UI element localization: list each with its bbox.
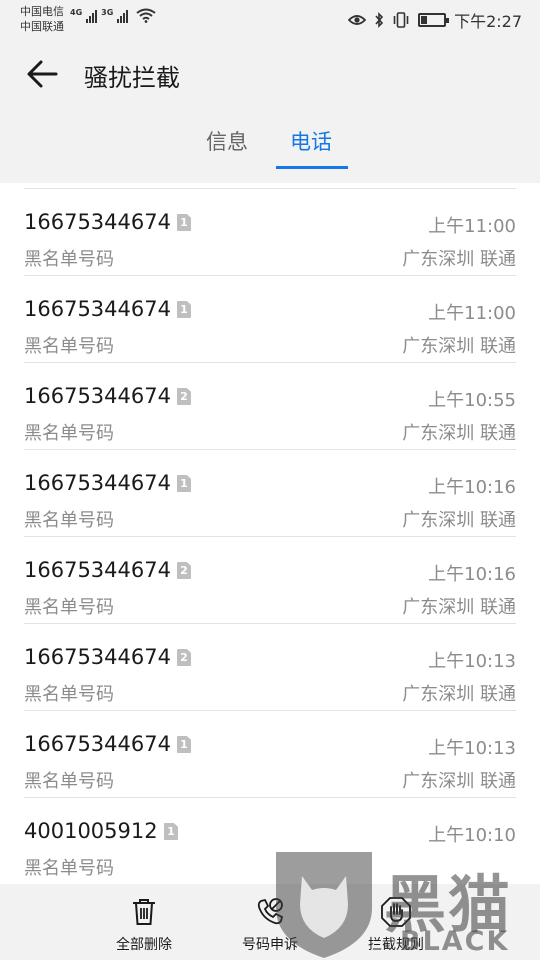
bottom-action-bar: 全部删除 号码申诉 拦截规则	[0, 884, 540, 960]
tab-calls[interactable]: 电话	[290, 126, 332, 170]
call-type: 黑名单号码	[24, 858, 114, 879]
carrier-2: 中国联通	[20, 20, 64, 33]
sim-card-icon: 1	[164, 823, 178, 840]
vibrate-icon	[393, 12, 409, 28]
carrier-1: 中国电信	[20, 5, 64, 18]
sim-card-icon: 2	[177, 388, 191, 405]
back-arrow-icon[interactable]	[22, 54, 62, 94]
bluetooth-icon	[375, 12, 384, 28]
signal-strength-2-icon	[117, 9, 129, 23]
network-indicators: 4G 3G	[70, 8, 156, 23]
app-header: 骚扰拦截 信息 电话	[0, 38, 540, 183]
call-time: 上午10:55	[428, 390, 516, 411]
wifi-icon	[136, 8, 156, 23]
carrier-names: 中国电信 中国联通	[20, 4, 64, 34]
status-time: 下午2:27	[454, 12, 522, 31]
call-time: 上午10:13	[428, 738, 516, 759]
call-time: 上午10:16	[428, 564, 516, 585]
phone-appeal-icon	[257, 898, 284, 925]
call-type: 黑名单号码	[24, 423, 114, 444]
call-number: 4001005912	[24, 819, 158, 843]
call-type: 黑名单号码	[24, 249, 114, 270]
call-location: 广东深圳 联通	[402, 249, 516, 270]
call-type: 黑名单号码	[24, 336, 114, 357]
call-number: 16675344674	[24, 384, 171, 408]
call-time: 上午10:16	[428, 477, 516, 498]
number-appeal-label: 号码申诉	[242, 937, 298, 953]
call-time: 上午11:00	[428, 216, 516, 237]
call-list-item[interactable]: 16675344674 1 黑名单号码 上午11:00 广东深圳 联通	[0, 276, 540, 363]
network-type-2: 3G	[101, 8, 114, 17]
eye-comfort-icon	[348, 15, 367, 25]
call-list-item[interactable]: 16675344674 2 黑名单号码 上午10:13 广东深圳 联通	[0, 624, 540, 711]
page-title: 骚扰拦截	[84, 64, 180, 92]
call-location: 广东深圳 联通	[402, 336, 516, 357]
active-tab-indicator	[276, 166, 348, 169]
number-appeal-button[interactable]: 号码申诉	[210, 884, 330, 960]
tab-messages[interactable]: 信息	[206, 126, 248, 170]
call-location: 广东深圳 联通	[402, 510, 516, 531]
call-type: 黑名单号码	[24, 684, 114, 705]
sim-card-icon: 1	[177, 301, 191, 318]
status-bar: 中国电信 中国联通 4G 3G 下午2:27	[0, 0, 540, 38]
call-number: 16675344674	[24, 210, 171, 234]
call-list-item[interactable]: 16675344674 2 黑名单号码 上午10:16 广东深圳 联通	[0, 537, 540, 624]
call-location: 广东深圳 联通	[402, 771, 516, 792]
blocked-calls-list[interactable]: 16675344674 1 黑名单号码 上午11:00 广东深圳 联通 166753446…	[0, 183, 540, 883]
tab-bar: 信息 电话	[0, 126, 540, 174]
call-time: 上午11:00	[428, 303, 516, 324]
trash-icon	[133, 899, 155, 925]
hand-stop-icon	[381, 897, 411, 927]
sim-card-icon: 2	[177, 649, 191, 666]
call-number: 16675344674	[24, 645, 171, 669]
call-number: 16675344674	[24, 297, 171, 321]
call-list-item[interactable]: 4001005912 1 黑名单号码 上午10:10	[0, 798, 540, 883]
call-location: 广东深圳 联通	[402, 597, 516, 618]
block-rules-button[interactable]: 拦截规则	[336, 884, 456, 960]
network-type-1: 4G	[70, 8, 83, 17]
sim-card-icon: 1	[177, 475, 191, 492]
sim-card-icon: 1	[177, 736, 191, 753]
status-right-group: 下午2:27	[348, 8, 522, 32]
battery-icon	[418, 13, 450, 27]
call-type: 黑名单号码	[24, 510, 114, 531]
call-location: 广东深圳 联通	[402, 684, 516, 705]
call-time: 上午10:10	[428, 825, 516, 846]
sim-card-icon: 2	[177, 562, 191, 579]
signal-strength-1-icon	[86, 9, 98, 23]
call-type: 黑名单号码	[24, 771, 114, 792]
call-location: 广东深圳 联通	[402, 423, 516, 444]
sim-card-icon: 1	[177, 214, 191, 231]
call-list-item[interactable]: 16675344674 2 黑名单号码 上午10:55 广东深圳 联通	[0, 363, 540, 450]
delete-all-button[interactable]: 全部删除	[84, 884, 204, 960]
call-number: 16675344674	[24, 558, 171, 582]
call-list-item[interactable]: 16675344674 1 黑名单号码 上午11:00 广东深圳 联通	[0, 189, 540, 276]
call-number: 16675344674	[24, 732, 171, 756]
call-type: 黑名单号码	[24, 597, 114, 618]
call-list-item[interactable]: 16675344674 1 黑名单号码 上午10:16 广东深圳 联通	[0, 450, 540, 537]
block-rules-label: 拦截规则	[368, 937, 424, 953]
call-number: 16675344674	[24, 471, 171, 495]
delete-all-label: 全部删除	[116, 937, 172, 953]
call-time: 上午10:13	[428, 651, 516, 672]
battery-level	[421, 16, 427, 24]
call-list-item[interactable]: 16675344674 1 黑名单号码 上午10:13 广东深圳 联通	[0, 711, 540, 798]
